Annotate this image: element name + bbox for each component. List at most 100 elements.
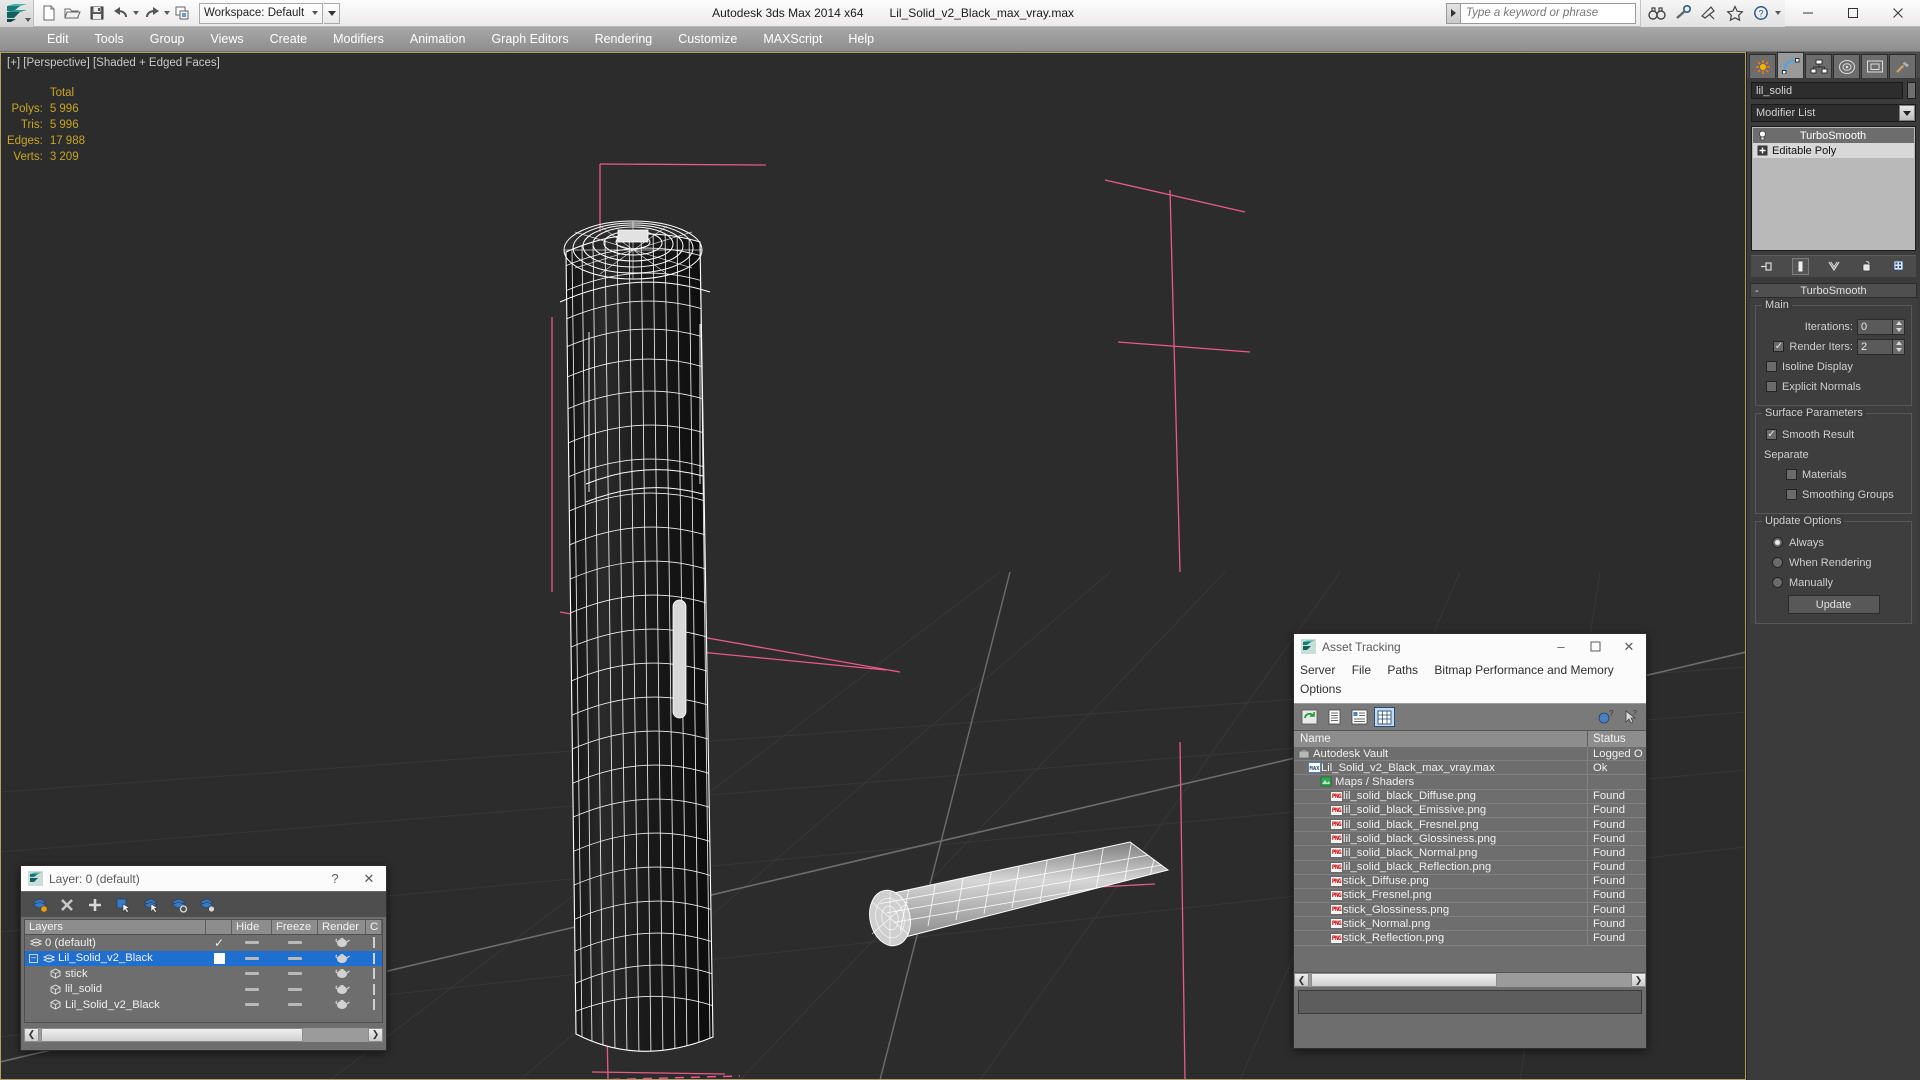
- help-globe-button[interactable]: ?: [1595, 707, 1616, 727]
- table-row[interactable]: MAX Lil_Solid_v2_Black_max_vray.max Ok: [1294, 761, 1646, 776]
- layer-row[interactable]: stick: [25, 966, 382, 982]
- search-box[interactable]: [1446, 2, 1636, 24]
- table-row[interactable]: PNG lil_solid_black_Glossiness.png Found: [1294, 832, 1646, 847]
- table-row[interactable]: PNG stick_Diffuse.png Found: [1294, 874, 1646, 889]
- rollup-header[interactable]: - TurboSmooth: [1750, 283, 1917, 298]
- satellite-button[interactable]: [1697, 2, 1721, 24]
- list-view-button[interactable]: [1324, 707, 1345, 727]
- smoothing-groups-checkbox[interactable]: [1786, 489, 1797, 500]
- layer-hide-cell[interactable]: [232, 1003, 272, 1007]
- layer-render-cell[interactable]: [318, 999, 366, 1010]
- table-row[interactable]: Autodesk Vault Logged O: [1294, 747, 1646, 762]
- layer-dialog[interactable]: Layer: 0 (default) ? ✕ Layers Hide Freez…: [20, 865, 387, 1051]
- layer-hide-cell[interactable]: [232, 941, 272, 945]
- layer-row[interactable]: – Lil_Solid_v2_Black: [25, 950, 382, 966]
- isoline-display-checkbox[interactable]: [1766, 361, 1777, 372]
- table-row[interactable]: Maps / Shaders: [1294, 775, 1646, 790]
- layer-col-color[interactable]: C: [366, 920, 382, 934]
- layer-render-cell[interactable]: [318, 968, 366, 979]
- table-row[interactable]: PNG lil_solid_black_Emissive.png Found: [1294, 803, 1646, 818]
- at-menu-bitmap-performance[interactable]: Bitmap Performance and Memory: [1434, 663, 1613, 677]
- configure-sets-button[interactable]: [1891, 258, 1908, 275]
- undo-dropdown[interactable]: [133, 11, 139, 15]
- star-button[interactable]: [1723, 2, 1747, 24]
- menu-item-create[interactable]: Create: [257, 27, 321, 52]
- add-selection-to-layer-button[interactable]: [85, 895, 105, 915]
- menu-item-maxscript[interactable]: MAXScript: [750, 27, 835, 52]
- chevron-down-icon[interactable]: [1899, 105, 1915, 121]
- update-option-always[interactable]: Always: [1762, 534, 1905, 551]
- close-button[interactable]: [1875, 0, 1920, 27]
- layer-properties-button[interactable]: [197, 895, 217, 915]
- motion-tab[interactable]: [1833, 54, 1860, 78]
- layer-row[interactable]: Lil_Solid_v2_Black: [25, 997, 382, 1013]
- layer-list[interactable]: 0 (default) ✓ – Lil_Solid_v2_Black stick lil_…: [24, 935, 383, 1023]
- help-dropdown[interactable]: [1775, 11, 1781, 15]
- menu-item-edit[interactable]: Edit: [34, 27, 82, 52]
- table-row[interactable]: PNG lil_solid_black_Diffuse.png Found: [1294, 789, 1646, 804]
- asset-tracking-close-button[interactable]: ✕: [1612, 634, 1646, 659]
- render-iters-spinner[interactable]: [1857, 338, 1905, 355]
- iterations-spin-arrows[interactable]: [1893, 318, 1905, 335]
- iterations-spinner[interactable]: [1857, 318, 1905, 335]
- utilities-tab[interactable]: [1889, 54, 1916, 78]
- layer-freeze-cell[interactable]: [272, 956, 318, 960]
- layer-color-cell[interactable]: [366, 999, 382, 1011]
- table-row[interactable]: PNG stick_Reflection.png Found: [1294, 931, 1646, 946]
- modifier-stack[interactable]: TurboSmooth Editable Poly: [1751, 126, 1916, 251]
- asset-tracking-hscrollbar[interactable]: ❮ ❯: [1294, 972, 1646, 987]
- render-iters-input[interactable]: [1857, 338, 1893, 355]
- layer-col-freeze[interactable]: Freeze: [272, 920, 318, 934]
- update-option-manually[interactable]: Manually: [1762, 574, 1905, 591]
- display-tab[interactable]: [1861, 54, 1888, 78]
- layer-col-current[interactable]: [206, 920, 232, 934]
- table-row[interactable]: PNG lil_solid_black_Reflection.png Found: [1294, 860, 1646, 875]
- menu-item-rendering[interactable]: Rendering: [582, 27, 666, 52]
- hscroll-track[interactable]: [1309, 973, 1631, 987]
- explicit-normals-row[interactable]: Explicit Normals: [1762, 378, 1905, 395]
- asset-tracking-maximize-button[interactable]: [1578, 634, 1612, 659]
- explicit-normals-checkbox[interactable]: [1766, 381, 1777, 392]
- show-end-result-button[interactable]: [1792, 258, 1809, 275]
- materials-row[interactable]: Materials: [1762, 466, 1905, 483]
- modifier-list-dropdown[interactable]: Modifier List: [1751, 104, 1916, 122]
- when-rendering-radio[interactable]: [1772, 557, 1783, 568]
- workspace-selector[interactable]: Workspace: Default: [199, 2, 324, 24]
- layer-hscroll-thumb[interactable]: [41, 1027, 303, 1042]
- layer-current-cell[interactable]: [206, 952, 232, 964]
- set-current-layer-button[interactable]: [141, 895, 161, 915]
- manually-radio[interactable]: [1772, 577, 1783, 588]
- menu-item-tools[interactable]: Tools: [82, 27, 137, 52]
- layer-dialog-close-button[interactable]: ✕: [352, 866, 386, 891]
- object-name-input[interactable]: [1751, 82, 1903, 99]
- layer-col-layers[interactable]: Layers: [25, 920, 206, 934]
- workspace-dropdown-button[interactable]: [324, 2, 341, 24]
- menu-item-help[interactable]: Help: [835, 27, 887, 52]
- select-highlight-button[interactable]: [169, 895, 189, 915]
- asset-tracking-titlebar[interactable]: Asset Tracking – ✕: [1294, 634, 1646, 659]
- layer-render-cell[interactable]: [318, 953, 366, 964]
- menu-item-views[interactable]: Views: [197, 27, 256, 52]
- at-menu-paths[interactable]: Paths: [1387, 663, 1418, 677]
- redo-button[interactable]: [140, 3, 163, 24]
- update-button[interactable]: Update: [1787, 595, 1880, 614]
- save-file-button[interactable]: [85, 3, 108, 24]
- layer-freeze-cell[interactable]: [272, 1003, 318, 1007]
- layer-dialog-help-button[interactable]: ?: [318, 866, 352, 891]
- at-menu-server[interactable]: Server: [1300, 663, 1335, 677]
- layer-row[interactable]: lil_solid: [25, 982, 382, 998]
- viewport-label[interactable]: [+] [Perspective] [Shaded + Edged Faces]: [7, 57, 220, 69]
- grid-view-button[interactable]: [1374, 707, 1395, 727]
- modify-tab[interactable]: [1777, 52, 1804, 78]
- stack-item-editable-poly[interactable]: Editable Poly: [1753, 143, 1914, 158]
- app-logo-button[interactable]: [0, 0, 34, 27]
- asset-tracking-list[interactable]: Autodesk Vault Logged O MAX Lil_Solid_v2_Bl…: [1294, 747, 1646, 972]
- plus-box-icon[interactable]: [1755, 144, 1769, 157]
- layer-color-cell[interactable]: [366, 968, 382, 980]
- table-row[interactable]: PNG stick_Fresnel.png Found: [1294, 888, 1646, 904]
- hscroll-left-button[interactable]: ❮: [1294, 973, 1309, 987]
- redo-dropdown[interactable]: [164, 11, 170, 15]
- menu-item-graph-editors[interactable]: Graph Editors: [478, 27, 581, 52]
- smooth-result-row[interactable]: Smooth Result: [1762, 426, 1905, 443]
- layer-color-cell[interactable]: [366, 937, 382, 949]
